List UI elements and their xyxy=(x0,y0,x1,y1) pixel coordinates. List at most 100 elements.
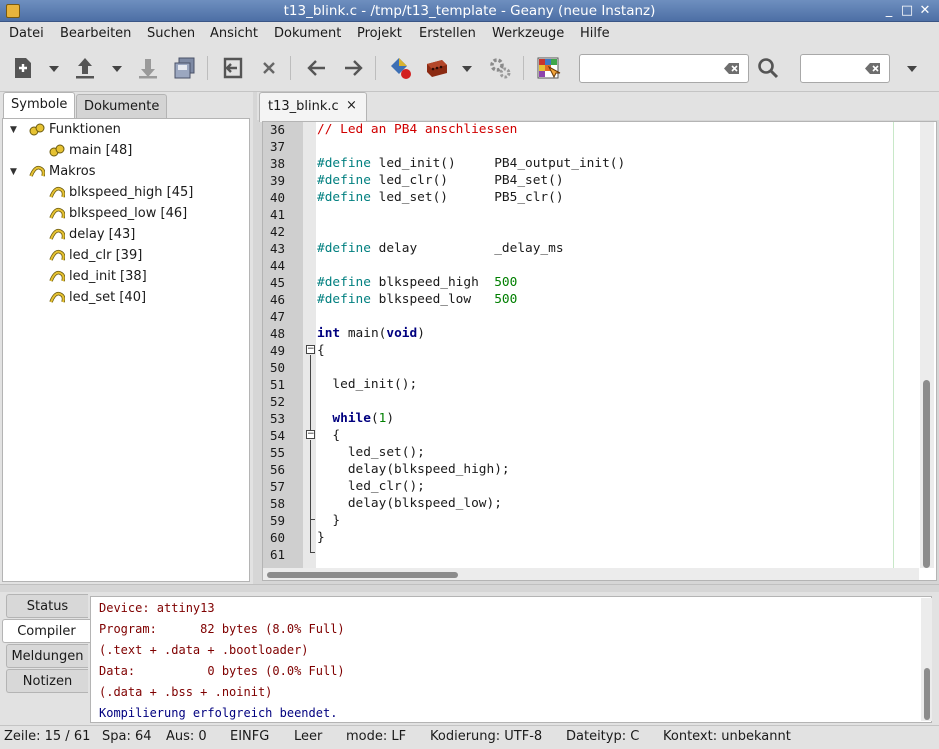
long-line-marker xyxy=(893,122,894,568)
code-line[interactable]: } xyxy=(317,512,340,529)
code-line[interactable]: delay(blkspeed_low); xyxy=(317,495,502,512)
compiler-message[interactable]: Kompilierung erfolgreich beendet. xyxy=(99,703,337,724)
fold-toggle-icon[interactable]: − xyxy=(306,430,315,439)
compiler-message[interactable]: Device: attiny13 xyxy=(99,598,215,619)
collapse-arrow-icon[interactable]: ▼ xyxy=(10,167,20,177)
build-dropdown-icon[interactable] xyxy=(461,64,473,74)
code-line[interactable]: led_clr(); xyxy=(317,478,425,495)
execute-icon[interactable] xyxy=(487,55,513,81)
code-line[interactable]: #define blkspeed_high 500 xyxy=(317,274,517,291)
status-line: Zeile: 15 / 61 xyxy=(4,729,91,744)
line-number: 51 xyxy=(269,377,285,392)
new-file-icon[interactable] xyxy=(10,55,36,81)
search-icon[interactable] xyxy=(755,55,781,81)
macro-icon xyxy=(49,186,65,198)
tab-notizen[interactable]: Notizen xyxy=(6,669,88,693)
code-token: delay(blkspeed_high); xyxy=(317,462,510,477)
line-number: 40 xyxy=(269,190,285,205)
save-icon[interactable] xyxy=(135,55,161,81)
line-number: 55 xyxy=(269,445,285,460)
revert-icon[interactable] xyxy=(220,55,246,81)
output-vertical-scroll-thumb[interactable] xyxy=(924,668,930,720)
menu-ansicht[interactable]: Ansicht xyxy=(210,26,258,41)
tree-item-macro[interactable]: led_clr [39] xyxy=(69,246,142,266)
code-line[interactable]: // Led an PB4 anschliessen xyxy=(317,121,517,138)
code-line[interactable]: } xyxy=(317,529,325,546)
code-line[interactable]: #define blkspeed_low 500 xyxy=(317,291,517,308)
menu-bearbeiten[interactable]: Bearbeiten xyxy=(60,26,131,41)
code-line[interactable]: #define delay _delay_ms xyxy=(317,240,564,257)
open-recent-dropdown-icon[interactable] xyxy=(111,64,123,74)
clear-search-icon[interactable] xyxy=(724,62,740,75)
code-line[interactable]: { xyxy=(317,342,325,359)
code-token: { xyxy=(317,343,325,358)
menu-hilfe[interactable]: Hilfe xyxy=(580,26,610,41)
code-line[interactable]: while(1) xyxy=(317,410,394,427)
code-line[interactable]: led_init(); xyxy=(317,376,417,393)
menu-dokument[interactable]: Dokument xyxy=(274,26,341,41)
code-line[interactable]: { xyxy=(317,427,340,444)
compile-icon[interactable] xyxy=(388,55,414,81)
save-all-icon[interactable] xyxy=(171,55,197,81)
code-token: delay(blkspeed_low); xyxy=(317,496,502,511)
forward-icon[interactable] xyxy=(340,55,366,81)
menu-projekt[interactable]: Projekt xyxy=(357,26,402,41)
tab-status[interactable]: Status xyxy=(6,594,88,618)
toolbar-separator xyxy=(290,56,291,80)
line-number: 38 xyxy=(269,156,285,171)
code-token: led_clr() PB4_set() xyxy=(370,173,564,188)
tree-group-functions[interactable]: Funktionen xyxy=(49,120,121,140)
tab-symbole[interactable]: Symbole xyxy=(3,92,76,120)
compiler-message[interactable]: (.data + .bss + .noinit) xyxy=(99,682,272,703)
editor-vertical-scroll-thumb[interactable] xyxy=(923,380,930,568)
menu-erstellen[interactable]: Erstellen xyxy=(419,26,476,41)
code-line[interactable]: led_set(); xyxy=(317,444,425,461)
minimize-icon[interactable]: _ xyxy=(882,4,896,18)
search-input[interactable] xyxy=(579,54,749,83)
tree-item-macro[interactable]: blkspeed_low [46] xyxy=(69,204,187,224)
code-token: int xyxy=(317,326,341,341)
line-number: 47 xyxy=(269,309,285,324)
tab-meldungen[interactable]: Meldungen xyxy=(6,644,88,668)
back-icon[interactable] xyxy=(304,55,330,81)
clear-goto-icon[interactable] xyxy=(865,62,881,75)
code-line[interactable]: delay(blkspeed_high); xyxy=(317,461,510,478)
code-line[interactable]: int main(void) xyxy=(317,325,425,342)
tree-group-macros[interactable]: Makros xyxy=(49,162,96,182)
tab-close-icon[interactable]: × xyxy=(346,98,357,113)
compiler-message[interactable]: (.text + .data + .bootloader) xyxy=(99,640,309,661)
tree-item-macro[interactable]: delay [43] xyxy=(69,225,135,245)
panel-splitter[interactable] xyxy=(0,584,939,592)
window-close-icon[interactable]: ✕ xyxy=(918,4,932,18)
editor-tab[interactable]: t13_blink.c × xyxy=(259,92,367,122)
menu-werkzeuge[interactable]: Werkzeuge xyxy=(492,26,564,41)
status-filetype: Dateityp: C xyxy=(566,729,640,744)
open-file-icon[interactable] xyxy=(72,55,98,81)
maximize-icon[interactable]: □ xyxy=(900,4,914,18)
tree-item-macro[interactable]: led_init [38] xyxy=(69,267,147,287)
compiler-message[interactable]: Program: 82 bytes (8.0% Full) xyxy=(99,619,345,640)
toolbar-separator xyxy=(375,56,376,80)
tree-item-macro[interactable]: led_set [40] xyxy=(69,288,146,308)
tab-dokumente[interactable]: Dokumente xyxy=(76,94,168,120)
code-token: #define xyxy=(317,173,371,188)
menu-suchen[interactable]: Suchen xyxy=(147,26,195,41)
compiler-message[interactable]: Data: 0 bytes (0.0% Full) xyxy=(99,661,345,682)
fold-toggle-icon[interactable]: − xyxy=(306,345,315,354)
goto-line-input[interactable] xyxy=(800,54,890,83)
color-chooser-icon[interactable] xyxy=(535,55,561,81)
tree-item-main[interactable]: main [48] xyxy=(69,141,132,161)
close-icon[interactable] xyxy=(256,55,282,81)
tab-compiler[interactable]: Compiler xyxy=(2,619,90,643)
code-line[interactable]: #define led_set() PB5_clr() xyxy=(317,189,564,206)
tree-item-macro[interactable]: blkspeed_high [45] xyxy=(69,183,193,203)
fold-end xyxy=(310,552,315,553)
new-dropdown-icon[interactable] xyxy=(48,64,60,74)
code-line[interactable]: #define led_clr() PB4_set() xyxy=(317,172,564,189)
build-icon[interactable] xyxy=(424,55,450,81)
collapse-arrow-icon[interactable]: ▼ xyxy=(10,125,20,135)
menu-datei[interactable]: Datei xyxy=(9,26,44,41)
code-line[interactable]: #define led_init() PB4_output_init() xyxy=(317,155,625,172)
editor-horizontal-scroll-thumb[interactable] xyxy=(267,572,458,578)
toolbar-overflow-icon[interactable] xyxy=(906,64,918,74)
